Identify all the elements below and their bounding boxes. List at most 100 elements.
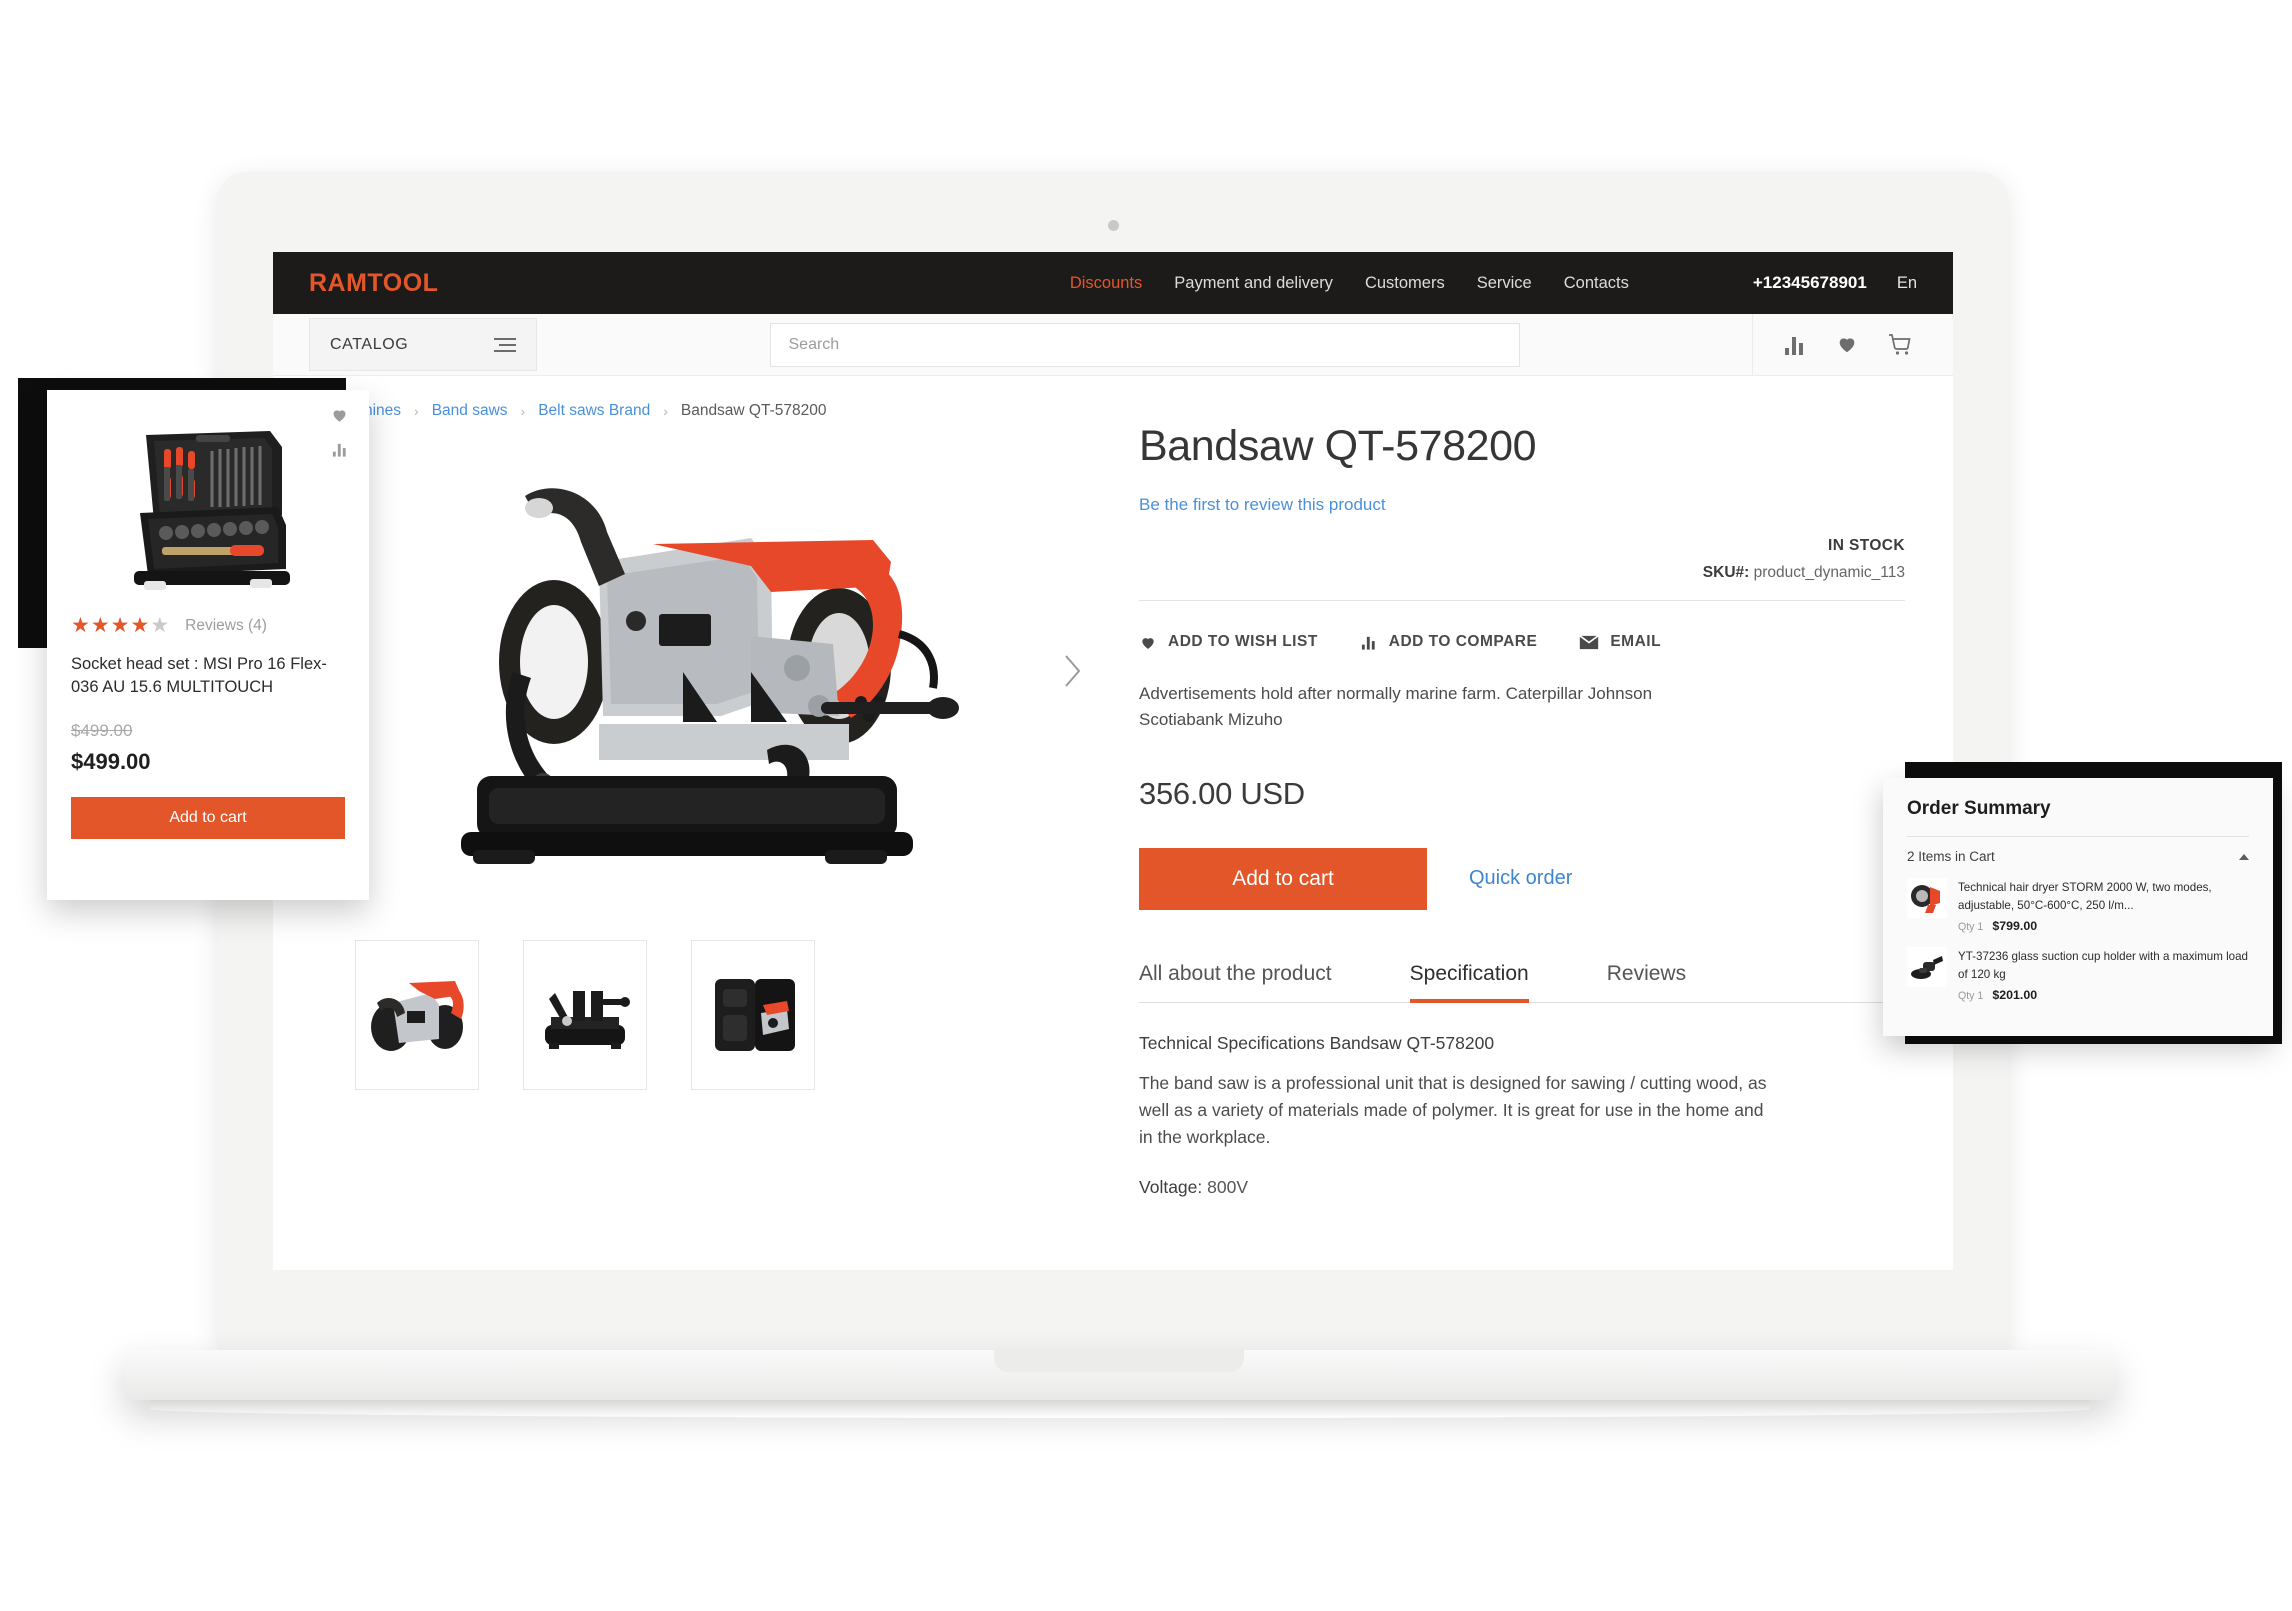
- add-to-wish-list-button[interactable]: ADD TO WISH LIST: [1139, 633, 1318, 651]
- nav-item-contacts[interactable]: Contacts: [1564, 274, 1629, 293]
- laptop-shadow: [150, 1400, 2090, 1418]
- sku-row: SKU#: product_dynamic_113: [1139, 564, 1905, 582]
- tab-all-about-the-product[interactable]: All about the product: [1139, 962, 1332, 1002]
- add-to-compare-button[interactable]: ADD TO COMPARE: [1360, 633, 1538, 651]
- laptop-base: [124, 1350, 2114, 1400]
- star-rating[interactable]: ★ ★ ★ ★ ★: [71, 615, 169, 636]
- language-switcher[interactable]: En: [1897, 274, 1917, 293]
- star-icon: ★: [110, 614, 130, 637]
- heart-icon[interactable]: [330, 406, 349, 429]
- specification-body: The band saw is a professional unit that…: [1139, 1072, 1767, 1147]
- order-item-qty-price: Qty 1 $799.00: [1958, 919, 2249, 933]
- page-title: Bandsaw QT-578200: [1139, 422, 1537, 470]
- list-item[interactable]: Technical hair dryer STORM 2000 W, two m…: [1907, 878, 2249, 933]
- gallery-thumbnail-list: [309, 940, 1093, 1090]
- brand-logo[interactable]: RAMTOOL: [309, 269, 438, 298]
- add-to-cart-button[interactable]: Add to cart: [1139, 847, 1427, 910]
- header-icon-group: [1752, 314, 1953, 375]
- purchase-row: Add to cart Quick order: [1139, 847, 1905, 910]
- order-item-price: $799.00: [1992, 919, 2038, 933]
- gallery-thumbnail[interactable]: [691, 940, 815, 1090]
- product-card-title[interactable]: Socket head set : MSI Pro 16 Flex-036 AU…: [71, 653, 345, 699]
- search-input[interactable]: [769, 322, 1520, 367]
- order-item-info: YT-37236 glass suction cup holder with a…: [1958, 947, 2249, 1002]
- product-card-rating: ★ ★ ★ ★ ★ Reviews (4): [71, 615, 345, 636]
- tab-specification[interactable]: Specification: [1409, 962, 1529, 1003]
- order-item-thumbnail: [1907, 947, 1947, 987]
- header-contact-group: +12345678901 En: [1753, 273, 1917, 293]
- hamburger-icon: [494, 334, 516, 356]
- page-content: › Machines › Band saws › Belt saws Brand…: [273, 376, 1953, 1198]
- breadcrumb-separator-icon: ›: [520, 403, 526, 419]
- product-card-price: $499.00: [71, 748, 151, 774]
- nav-item-discounts[interactable]: Discounts: [1070, 274, 1142, 293]
- gallery-thumbnail[interactable]: [523, 940, 647, 1090]
- sku-label: SKU#:: [1702, 564, 1750, 581]
- product-card-image[interactable]: [71, 414, 345, 599]
- breadcrumb-separator-icon: ›: [414, 403, 419, 419]
- nav-item-service[interactable]: Service: [1477, 274, 1532, 293]
- catalog-button[interactable]: CATALOG: [309, 318, 537, 371]
- order-summary-items-header[interactable]: 2 Items in Cart: [1907, 849, 2249, 864]
- product-tabs: All about the product Specification Revi…: [1139, 962, 1905, 1003]
- list-item[interactable]: YT-37236 glass suction cup holder with a…: [1907, 947, 2249, 1002]
- gallery-thumbnail[interactable]: [355, 940, 479, 1090]
- gallery-column: › Machines › Band saws › Belt saws Brand…: [273, 402, 1093, 1198]
- star-icon: ★: [71, 614, 90, 637]
- breadcrumb-item-belt-saws-brand[interactable]: Belt saws Brand: [538, 402, 650, 420]
- catalog-button-label: CATALOG: [330, 335, 409, 353]
- wishlist-heart-icon[interactable]: [1835, 333, 1861, 357]
- product-details-column: Bandsaw QT-578200 Be the first to review…: [1093, 402, 1953, 1198]
- order-summary-title: Order Summary: [1907, 798, 2051, 819]
- order-item-qty: Qty 1: [1958, 921, 1984, 933]
- search-toolbar: CATALOG: [273, 314, 1953, 376]
- specification-heading: Technical Specifications Bandsaw QT-5782…: [1139, 1032, 1495, 1053]
- product-card-old-price: $499.00: [71, 720, 133, 740]
- product-card-add-to-cart-button[interactable]: Add to cart: [71, 796, 345, 839]
- items-in-cart-label: 2 Items in Cart: [1907, 849, 1995, 864]
- order-item-qty: Qty 1: [1958, 990, 1984, 1002]
- specification-attribute-label: Voltage:: [1139, 1177, 1203, 1198]
- phone-number[interactable]: +12345678901: [1753, 273, 1867, 293]
- sku-value: product_dynamic_113: [1753, 564, 1905, 581]
- tab-reviews[interactable]: Reviews: [1607, 962, 1686, 1002]
- product-card-icon-group: [330, 406, 349, 463]
- cart-icon[interactable]: [1887, 333, 1913, 357]
- quick-order-link[interactable]: Quick order: [1469, 867, 1572, 890]
- status-badge: IN STOCK: [1828, 537, 1905, 554]
- product-card: ★ ★ ★ ★ ★ Reviews (4) Socket head set : …: [47, 390, 369, 900]
- heart-icon: [1142, 637, 1154, 649]
- breadcrumb-item-band-saws[interactable]: Band saws: [432, 402, 508, 420]
- add-to-compare-label: ADD TO COMPARE: [1388, 633, 1538, 650]
- product-action-links: ADD TO WISH LIST ADD TO COMPARE EMAIL: [1139, 633, 1905, 651]
- order-item-name: Technical hair dryer STORM 2000 W, two m…: [1958, 881, 2212, 912]
- product-main-image[interactable]: [421, 466, 981, 876]
- breadcrumb: › Machines › Band saws › Belt saws Brand…: [309, 402, 1093, 420]
- stock-info-block: IN STOCK SKU#: product_dynamic_113: [1139, 537, 1905, 601]
- site-header: RAMTOOL Discounts Payment and delivery C…: [273, 252, 1953, 314]
- reviews-count-label[interactable]: Reviews (4): [185, 617, 267, 635]
- nav-item-customers[interactable]: Customers: [1365, 274, 1445, 293]
- laptop-notch: [994, 1350, 1244, 1372]
- email-button[interactable]: EMAIL: [1579, 633, 1661, 651]
- nav-item-payment-and-delivery[interactable]: Payment and delivery: [1174, 274, 1333, 293]
- breadcrumb-separator-icon: ›: [663, 403, 668, 419]
- order-item-info: Technical hair dryer STORM 2000 W, two m…: [1958, 878, 2249, 933]
- divider: [1907, 836, 2249, 837]
- compare-icon[interactable]: [1783, 333, 1809, 357]
- laptop-camera-icon: [1108, 220, 1119, 231]
- compare-icon[interactable]: [331, 441, 349, 463]
- compare-icon: [1361, 636, 1375, 650]
- order-item-thumbnail: [1907, 878, 1947, 918]
- browser-screen: RAMTOOL Discounts Payment and delivery C…: [273, 252, 1953, 1270]
- order-item-price: $201.00: [1992, 988, 2038, 1002]
- star-icon: ★: [130, 614, 150, 637]
- order-summary-panel: Order Summary 2 Items in Cart Technical …: [1883, 778, 2273, 1036]
- star-icon: ★: [150, 614, 170, 637]
- product-price: 356.00 USD: [1139, 775, 1305, 811]
- chevron-up-icon[interactable]: [2239, 853, 2249, 860]
- gallery-next-arrow-icon[interactable]: [1063, 653, 1083, 689]
- product-short-description: Advertisements hold after normally marin…: [1139, 684, 1653, 730]
- write-review-link[interactable]: Be the first to review this product: [1139, 495, 1386, 515]
- laptop-mockup-frame: RAMTOOL Discounts Payment and delivery C…: [218, 172, 2008, 1350]
